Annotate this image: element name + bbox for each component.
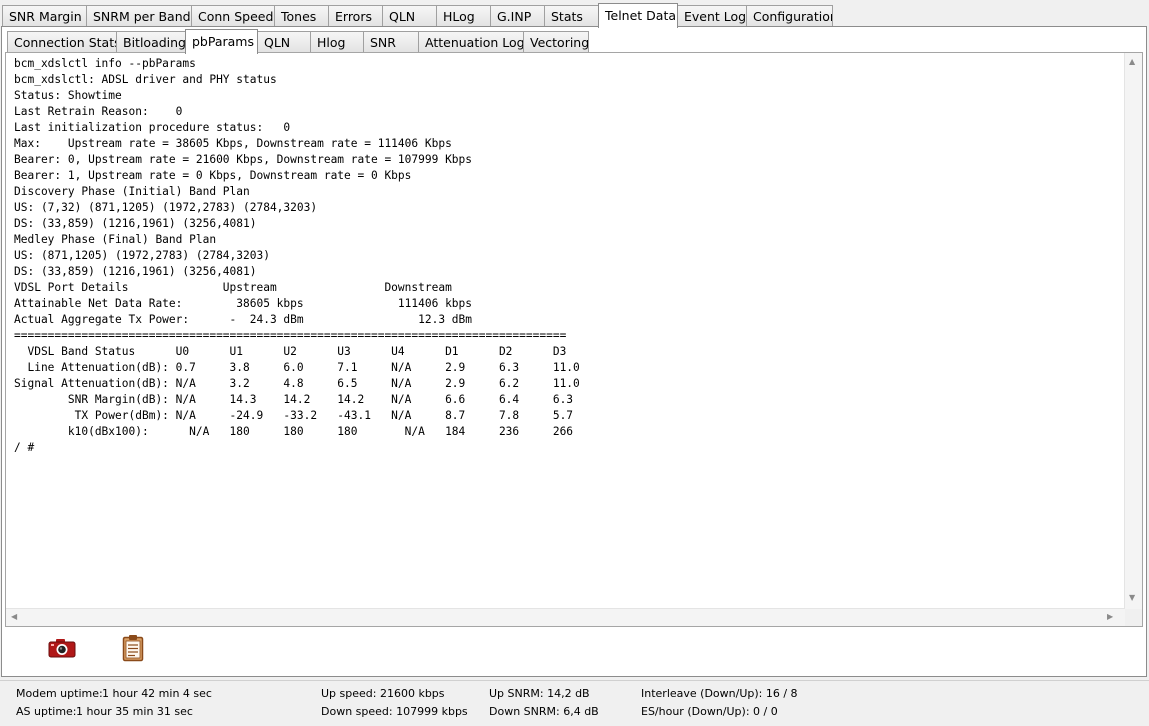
tab-stats[interactable]: Stats — [544, 5, 599, 27]
tab-ginp[interactable]: G.INP — [490, 5, 545, 27]
console-line: DS: (33,859) (1216,1961) (3256,4081) — [14, 217, 257, 230]
console-line: VDSL Port Details Upstream Downstream — [14, 281, 452, 294]
tab-qln[interactable]: QLN — [382, 5, 437, 27]
console-line: US: (871,1205) (1972,2783) (2784,3203) — [14, 249, 270, 262]
tab-errors[interactable]: Errors — [328, 5, 383, 27]
interleave: Interleave (Down/Up): 16 / 8 — [641, 687, 798, 700]
console-line: Max: Upstream rate = 38605 Kbps, Downstr… — [14, 137, 452, 150]
scroll-right-arrow-icon[interactable]: ▶ — [1107, 612, 1113, 622]
console-line: bcm_xdslctl info --pbParams — [14, 57, 196, 70]
console-line: VDSL Band Status U0 U1 U2 U3 U4 D1 D2 D3 — [14, 345, 567, 358]
vertical-scrollbar[interactable]: ▲ ▼ — [1124, 53, 1142, 609]
es-per-hour: ES/hour (Down/Up): 0 / 0 — [641, 705, 778, 718]
console-line: Last Retrain Reason: 0 — [14, 105, 183, 118]
tab-configuration[interactable]: Configuration — [746, 5, 833, 27]
console-line: k10(dBx100): N/A 180 180 180 N/A 184 236… — [14, 425, 574, 438]
subtab-bitloading[interactable]: Bitloading — [116, 31, 186, 53]
console-line: Last initialization procedure status: 0 — [14, 121, 291, 134]
status-bar: Modem uptime: 1 hour 42 min 4 sec AS upt… — [0, 680, 1149, 726]
subtab-connection-stats[interactable]: Connection Stats — [7, 31, 117, 53]
console-line: Status: Showtime — [14, 89, 122, 102]
modem-uptime-label: Modem uptime: — [16, 687, 103, 700]
telnet-console-output[interactable]: bcm_xdslctl info --pbParams bcm_xdslctl:… — [14, 56, 1124, 604]
console-line: Bearer: 1, Upstream rate = 0 Kbps, Downs… — [14, 169, 412, 182]
subtab-qln[interactable]: QLN — [257, 31, 311, 53]
console-line: Line Attenuation(dB): 0.7 3.8 6.0 7.1 N/… — [14, 361, 580, 374]
console-line: Bearer: 0, Upstream rate = 21600 Kbps, D… — [14, 153, 473, 166]
subtab-attenuation-log[interactable]: Attenuation Log — [418, 31, 524, 53]
up-snrm: Up SNRM: 14,2 dB — [489, 687, 590, 700]
modem-uptime-value: 1 hour 42 min 4 sec — [102, 687, 212, 700]
console-line: bcm_xdslctl: ADSL driver and PHY status — [14, 73, 277, 86]
scroll-up-arrow-icon[interactable]: ▲ — [1129, 57, 1135, 67]
scrollbar-corner — [1125, 609, 1142, 626]
console-line: Signal Attenuation(dB): N/A 3.2 4.8 6.5 … — [14, 377, 580, 390]
horizontal-scrollbar[interactable]: ◀ ▶ — [6, 608, 1125, 626]
console-line: TX Power(dBm): N/A -24.9 -33.2 -43.1 N/A… — [14, 409, 574, 422]
subtab-hlog[interactable]: Hlog — [310, 31, 364, 53]
camera-icon[interactable] — [48, 637, 76, 662]
tab-snrm-per-band[interactable]: SNRM per Band — [86, 5, 192, 27]
tab-snr-margin[interactable]: SNR Margin — [2, 5, 87, 27]
tab-hlog[interactable]: HLog — [436, 5, 491, 27]
scroll-left-arrow-icon[interactable]: ◀ — [11, 612, 17, 622]
subtab-pbparams[interactable]: pbParams — [185, 29, 258, 54]
console-line: Medley Phase (Final) Band Plan — [14, 233, 217, 246]
down-snrm: Down SNRM: 6,4 dB — [489, 705, 599, 718]
tab-tones[interactable]: Tones — [274, 5, 329, 27]
clipboard-icon[interactable] — [122, 634, 144, 665]
console-line: / # — [14, 441, 35, 454]
down-speed: Down speed: 107999 kbps — [321, 705, 468, 718]
subtab-vectoring[interactable]: Vectoring — [523, 31, 589, 53]
console-line: SNR Margin(dB): N/A 14.3 14.2 14.2 N/A 6… — [14, 393, 574, 406]
scroll-down-arrow-icon[interactable]: ▼ — [1129, 593, 1135, 603]
console-line: US: (7,32) (871,1205) (1972,2783) (2784,… — [14, 201, 318, 214]
console-line: Discovery Phase (Initial) Band Plan — [14, 185, 250, 198]
tab-conn-speed[interactable]: Conn Speed — [191, 5, 275, 27]
as-uptime-value: 1 hour 35 min 31 sec — [76, 705, 193, 718]
tab-event-log[interactable]: Event Log — [677, 5, 747, 27]
console-line: Actual Aggregate Tx Power: - 24.3 dBm 12… — [14, 313, 473, 326]
as-uptime-label: AS uptime: — [16, 705, 77, 718]
subtab-snr[interactable]: SNR — [363, 31, 419, 53]
console-panel: bcm_xdslctl info --pbParams bcm_xdslctl:… — [5, 52, 1143, 627]
tab-telnet-data[interactable]: Telnet Data — [598, 3, 678, 28]
up-speed: Up speed: 21600 kbps — [321, 687, 445, 700]
console-line: ========================================… — [14, 329, 567, 342]
console-line: Attainable Net Data Rate: 38605 kbps 111… — [14, 297, 473, 310]
console-line: DS: (33,859) (1216,1961) (3256,4081) — [14, 265, 257, 278]
